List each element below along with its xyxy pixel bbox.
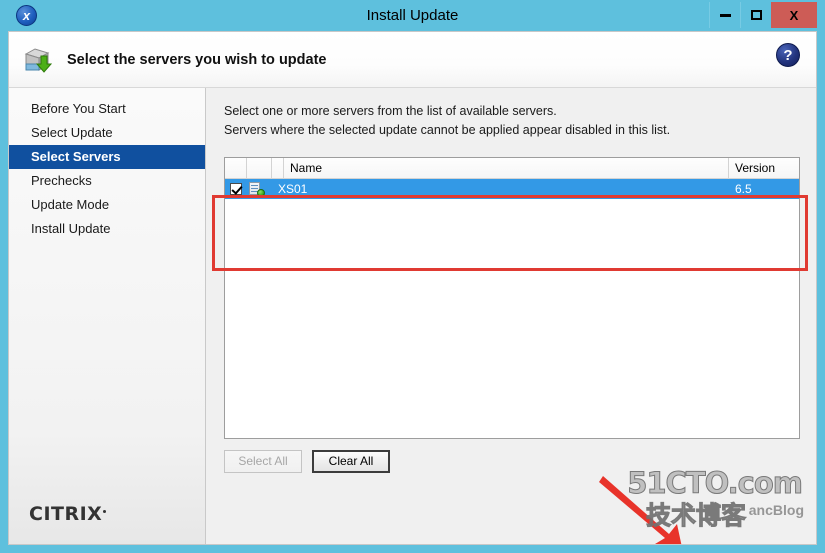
maximize-icon: [750, 10, 762, 20]
select-all-button[interactable]: Select All: [224, 449, 302, 473]
sidebar-item-prechecks[interactable]: Prechecks: [9, 169, 205, 193]
page-title: Select the servers you wish to update: [67, 51, 327, 68]
main-panel: Select one or more servers from the list…: [206, 88, 816, 544]
instruction-line-2: Servers where the selected update cannot…: [224, 123, 671, 138]
help-icon[interactable]: ?: [776, 43, 800, 67]
list-actions: Select All Clear All: [224, 449, 800, 473]
server-list-header: Name Version: [225, 157, 799, 179]
package-download-icon: [21, 43, 55, 77]
clear-all-label: Clear All: [328, 454, 374, 469]
close-button[interactable]: X: [771, 2, 817, 28]
minimize-icon: [719, 13, 731, 17]
wizard-header: Select the servers you wish to update ?: [9, 32, 816, 88]
sidebar-item-update-mode[interactable]: Update Mode: [9, 193, 205, 217]
status-dot-online: [257, 188, 265, 197]
citrix-logo: CITRIX: [29, 503, 107, 525]
window-controls: X: [709, 2, 817, 28]
server-online-icon: [247, 181, 272, 197]
minimize-button[interactable]: [709, 2, 740, 28]
table-row[interactable]: XS01 6.5: [225, 178, 799, 199]
install-update-window: x Install Update X Select the servers yo…: [0, 0, 825, 553]
server-icon-graphic: [249, 181, 265, 197]
row-server-version: 6.5: [735, 181, 752, 196]
sidebar-item-select-servers[interactable]: Select Servers: [9, 145, 205, 169]
sidebar-item-select-update[interactable]: Select Update: [9, 121, 205, 145]
maximize-button[interactable]: [740, 2, 771, 28]
clear-all-button[interactable]: Clear All: [312, 449, 390, 473]
row-server-name: XS01: [278, 181, 308, 196]
wizard-body: Before You Start Select Update Select Se…: [9, 88, 816, 544]
wizard-steps-sidebar: Before You Start Select Update Select Se…: [9, 88, 206, 544]
server-list[interactable]: Name Version XS01 6.5: [224, 156, 800, 439]
column-header-version[interactable]: Version: [729, 158, 799, 178]
column-header-name[interactable]: Name: [284, 157, 729, 178]
column-header-spacer[interactable]: [272, 157, 284, 178]
citrix-logo-registered-mark: [103, 509, 107, 513]
instructions: Select one or more servers from the list…: [224, 102, 800, 141]
row-checkbox[interactable]: [225, 182, 247, 195]
client-area: Select the servers you wish to update ? …: [8, 31, 817, 545]
checkbox-checked-icon: [230, 182, 242, 195]
select-all-label: Select All: [238, 454, 288, 469]
column-header-checkbox[interactable]: [225, 157, 247, 178]
sidebar-item-install-update[interactable]: Install Update: [9, 217, 205, 241]
column-header-icon[interactable]: [247, 157, 272, 178]
citrix-logo-text: CITRIX: [29, 503, 103, 525]
title-bar: x Install Update X: [8, 0, 817, 31]
instruction-line-1: Select one or more servers from the list…: [224, 104, 557, 118]
window-title: Install Update: [366, 7, 459, 24]
sidebar-item-before-you-start[interactable]: Before You Start: [9, 97, 205, 121]
